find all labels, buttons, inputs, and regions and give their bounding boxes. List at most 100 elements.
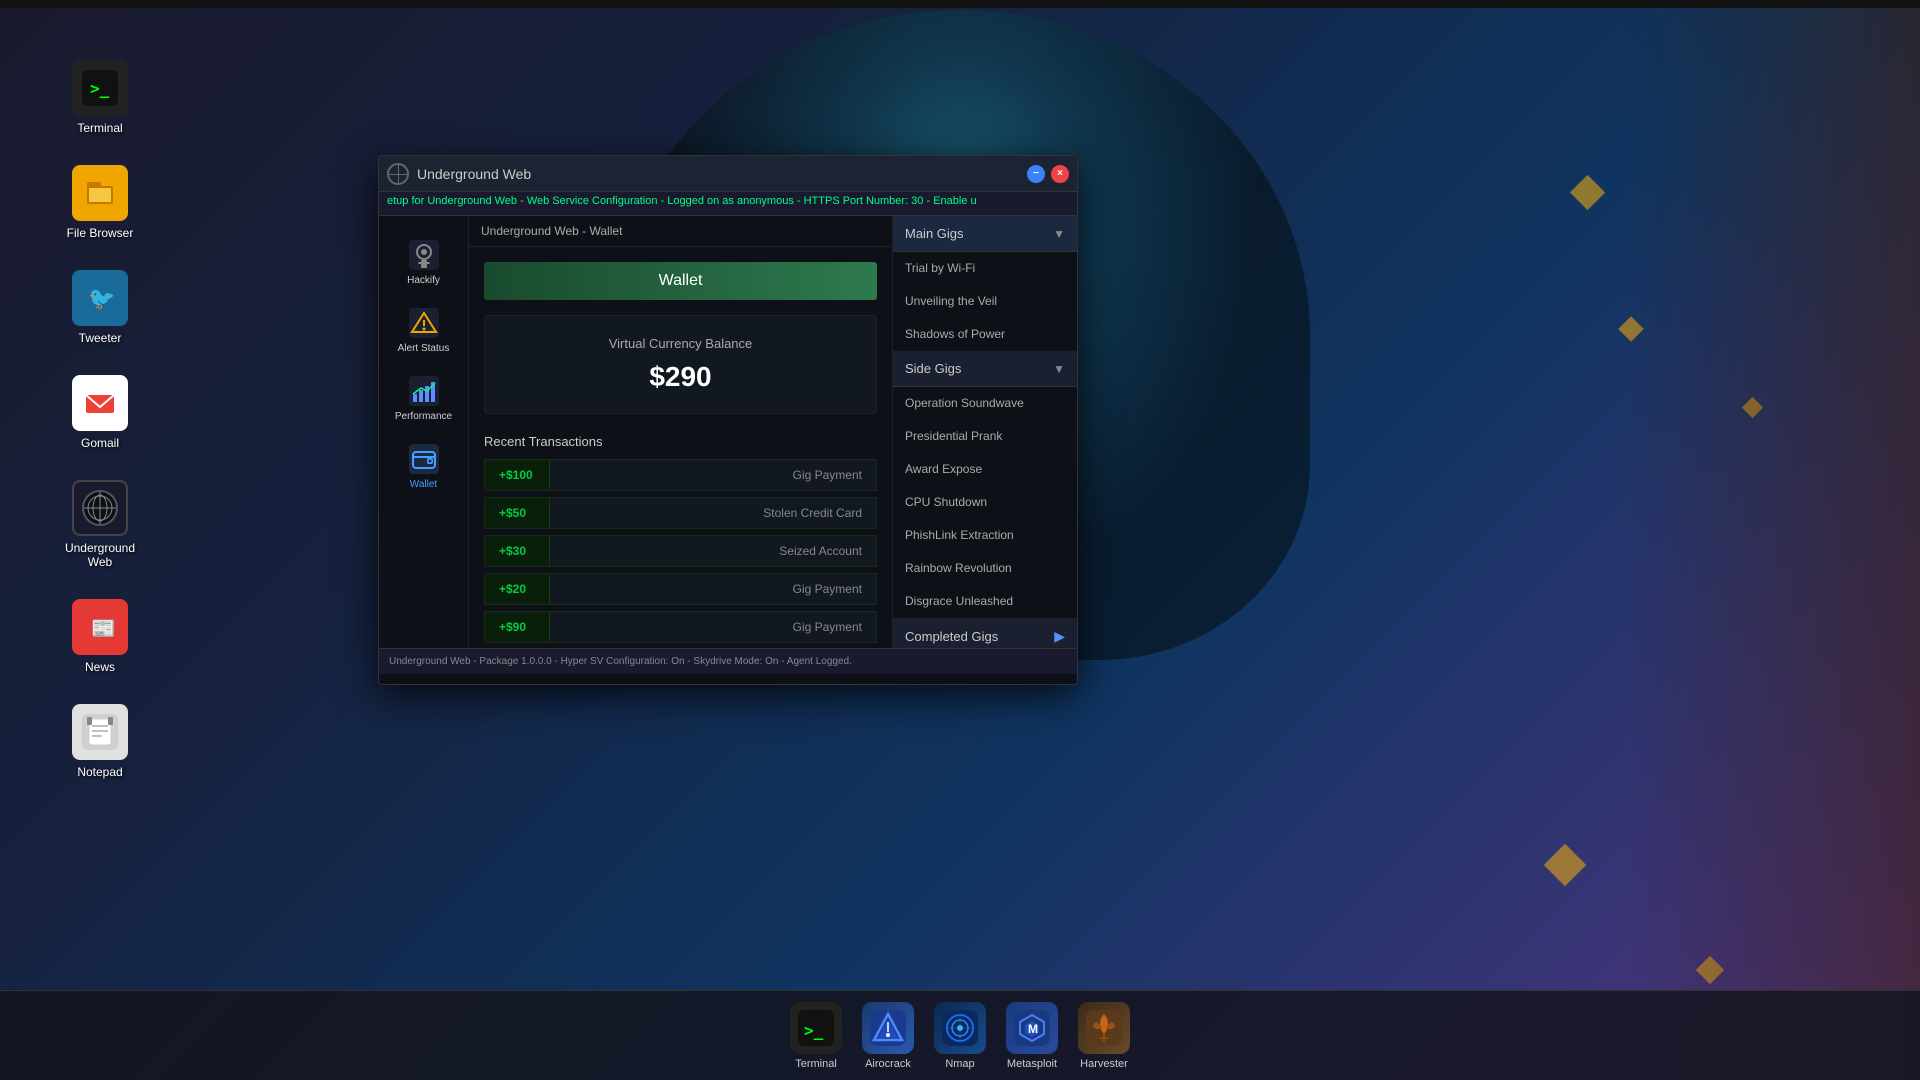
gig-item-presidential-prank[interactable]: Presidential Prank <box>893 420 1077 453</box>
taskbar-item-airocrack[interactable]: Airocrack <box>862 1002 914 1070</box>
svg-text:>_: >_ <box>90 79 110 98</box>
gig-item-shadows-of-power[interactable]: Shadows of Power <box>893 318 1077 351</box>
performance-icon <box>408 375 440 407</box>
main-gigs-chevron: ▼ <box>1053 227 1065 241</box>
news-icon: 📰 <box>82 609 118 645</box>
transaction-amount: +$30 <box>485 536 550 566</box>
tweeter-icon: 🐦 <box>82 280 118 316</box>
transaction-description: Seized Account <box>550 536 876 566</box>
right-decoration <box>1620 0 1920 1080</box>
transaction-row: +$100 Gig Payment <box>484 459 877 491</box>
window-statusbar: Underground Web - Package 1.0.0.0 - Hype… <box>379 648 1077 674</box>
taskbar-item-nmap[interactable]: Nmap <box>934 1002 986 1070</box>
terminal-icon-label: Terminal <box>77 121 122 135</box>
gig-item-disgrace-unleashed[interactable]: Disgrace Unleashed <box>893 585 1077 618</box>
transaction-description: Gig Payment <box>550 612 876 642</box>
balance-amount: $290 <box>505 361 856 393</box>
desktop-icon-tweeter[interactable]: 🐦 Tweeter <box>60 270 140 345</box>
transaction-row: +$30 Seized Account <box>484 535 877 567</box>
taskbar-item-metasploit[interactable]: M Metasploit <box>1006 1002 1058 1070</box>
gig-item-trial-by-wifi[interactable]: Trial by Wi-Fi <box>893 252 1077 285</box>
desktop-icons: >_ Terminal File Browser 🐦 Tweeter <box>60 60 140 779</box>
window-globe-icon <box>387 163 409 185</box>
diamond-deco-3 <box>1544 844 1586 886</box>
desktop-icon-file-browser[interactable]: File Browser <box>60 165 140 240</box>
alert-icon <box>408 307 440 339</box>
gigs-panel: Main Gigs ▼ Trial by Wi-FiUnveiling the … <box>892 216 1077 648</box>
terminal-icon: >_ <box>82 70 118 106</box>
marquee-bar: etup for Underground Web - Web Service C… <box>379 192 1077 216</box>
notepad-icon-label: Notepad <box>77 765 122 779</box>
transaction-row: +$50 Stolen Credit Card <box>484 497 877 529</box>
gig-item-cpu-shutdown[interactable]: CPU Shutdown <box>893 486 1077 519</box>
taskbar-nmap-label: Nmap <box>945 1058 974 1070</box>
taskbar-harvester-label: Harvester <box>1080 1058 1128 1070</box>
file-browser-icon <box>81 174 119 212</box>
taskbar-item-harvester[interactable]: Harvester <box>1078 1002 1130 1070</box>
top-bar <box>0 0 1920 8</box>
main-gigs-header[interactable]: Main Gigs ▼ <box>893 216 1077 252</box>
svg-text:🐦: 🐦 <box>88 286 115 311</box>
wallet-icon <box>408 443 440 475</box>
gig-item-phishlink-extraction[interactable]: PhishLink Extraction <box>893 519 1077 552</box>
file-browser-icon-label: File Browser <box>67 226 134 240</box>
sidebar-item-performance[interactable]: Performance <box>384 367 464 430</box>
side-gigs-list: Operation SoundwavePresidential PrankAwa… <box>893 387 1077 618</box>
performance-label: Performance <box>395 411 452 422</box>
notepad-icon <box>82 714 118 750</box>
hackify-icon <box>408 239 440 271</box>
gig-item-unveiling-the-veil[interactable]: Unveiling the Veil <box>893 285 1077 318</box>
desktop-icon-uweb[interactable]: Underground Web <box>60 480 140 569</box>
gomail-icon <box>82 385 118 421</box>
completed-gigs-label: Completed Gigs <box>905 629 998 644</box>
system-taskbar: >_ Terminal Airocrack <box>0 990 1920 1080</box>
transactions-title: Recent Transactions <box>484 434 877 449</box>
sidebar-item-hackify[interactable]: Hackify <box>384 231 464 294</box>
news-icon-label: News <box>85 660 115 674</box>
transaction-amount: +$20 <box>485 574 550 604</box>
window-titlebar: Underground Web − × <box>379 156 1077 192</box>
completed-gigs-header[interactable]: Completed Gigs ▶ <box>893 618 1077 648</box>
gig-item-award-expose[interactable]: Award Expose <box>893 453 1077 486</box>
taskbar-airocrack-label: Airocrack <box>865 1058 911 1070</box>
transaction-description: Gig Payment <box>550 460 876 490</box>
sidebar-item-alert-status[interactable]: Alert Status <box>384 299 464 362</box>
transaction-amount: +$50 <box>485 498 550 528</box>
desktop-icon-news[interactable]: 📰 News <box>60 599 140 674</box>
transaction-amount: +$90 <box>485 612 550 642</box>
breadcrumb: Underground Web - Wallet <box>469 216 892 247</box>
desktop-icon-terminal[interactable]: >_ Terminal <box>60 60 140 135</box>
gig-item-operation-soundwave[interactable]: Operation Soundwave <box>893 387 1077 420</box>
taskbar-airocrack-icon <box>862 1002 914 1054</box>
gomail-icon-label: Gomail <box>81 436 119 450</box>
balance-label: Virtual Currency Balance <box>505 336 856 351</box>
window-title-left: Underground Web <box>387 163 531 185</box>
window-title-text: Underground Web <box>417 166 531 182</box>
gig-item-rainbow-revolution[interactable]: Rainbow Revolution <box>893 552 1077 585</box>
main-gigs-list: Trial by Wi-FiUnveiling the VeilShadows … <box>893 252 1077 351</box>
minimize-button[interactable]: − <box>1027 165 1045 183</box>
transaction-amount: +$100 <box>485 460 550 490</box>
side-gigs-chevron: ▼ <box>1053 362 1065 376</box>
app-window: Underground Web − × etup for Underground… <box>378 155 1078 685</box>
taskbar-metasploit-icon: M <box>1006 1002 1058 1054</box>
transaction-description: Gig Payment <box>550 574 876 604</box>
close-button[interactable]: × <box>1051 165 1069 183</box>
sidebar-item-wallet[interactable]: Wallet <box>384 435 464 498</box>
side-gigs-header[interactable]: Side Gigs ▼ <box>893 351 1077 387</box>
desktop-icon-gomail[interactable]: Gomail <box>60 375 140 450</box>
taskbar-item-terminal[interactable]: >_ Terminal <box>790 1002 842 1070</box>
uweb-icon <box>82 490 118 526</box>
wallet-label: Wallet <box>410 479 437 490</box>
desktop-icon-notepad[interactable]: Notepad <box>60 704 140 779</box>
taskbar-terminal-icon: >_ <box>790 1002 842 1054</box>
app-main: Underground Web - Wallet Wallet Virtual … <box>469 216 892 648</box>
svg-text:M: M <box>1028 1022 1038 1036</box>
transaction-row: +$90 Gig Payment <box>484 611 877 643</box>
balance-card: Virtual Currency Balance $290 <box>484 315 877 414</box>
side-gigs-label: Side Gigs <box>905 361 961 376</box>
completed-gigs-arrow: ▶ <box>1054 628 1065 645</box>
alert-label: Alert Status <box>398 343 450 354</box>
hackify-label: Hackify <box>407 275 440 286</box>
svg-text:📰: 📰 <box>91 618 116 640</box>
